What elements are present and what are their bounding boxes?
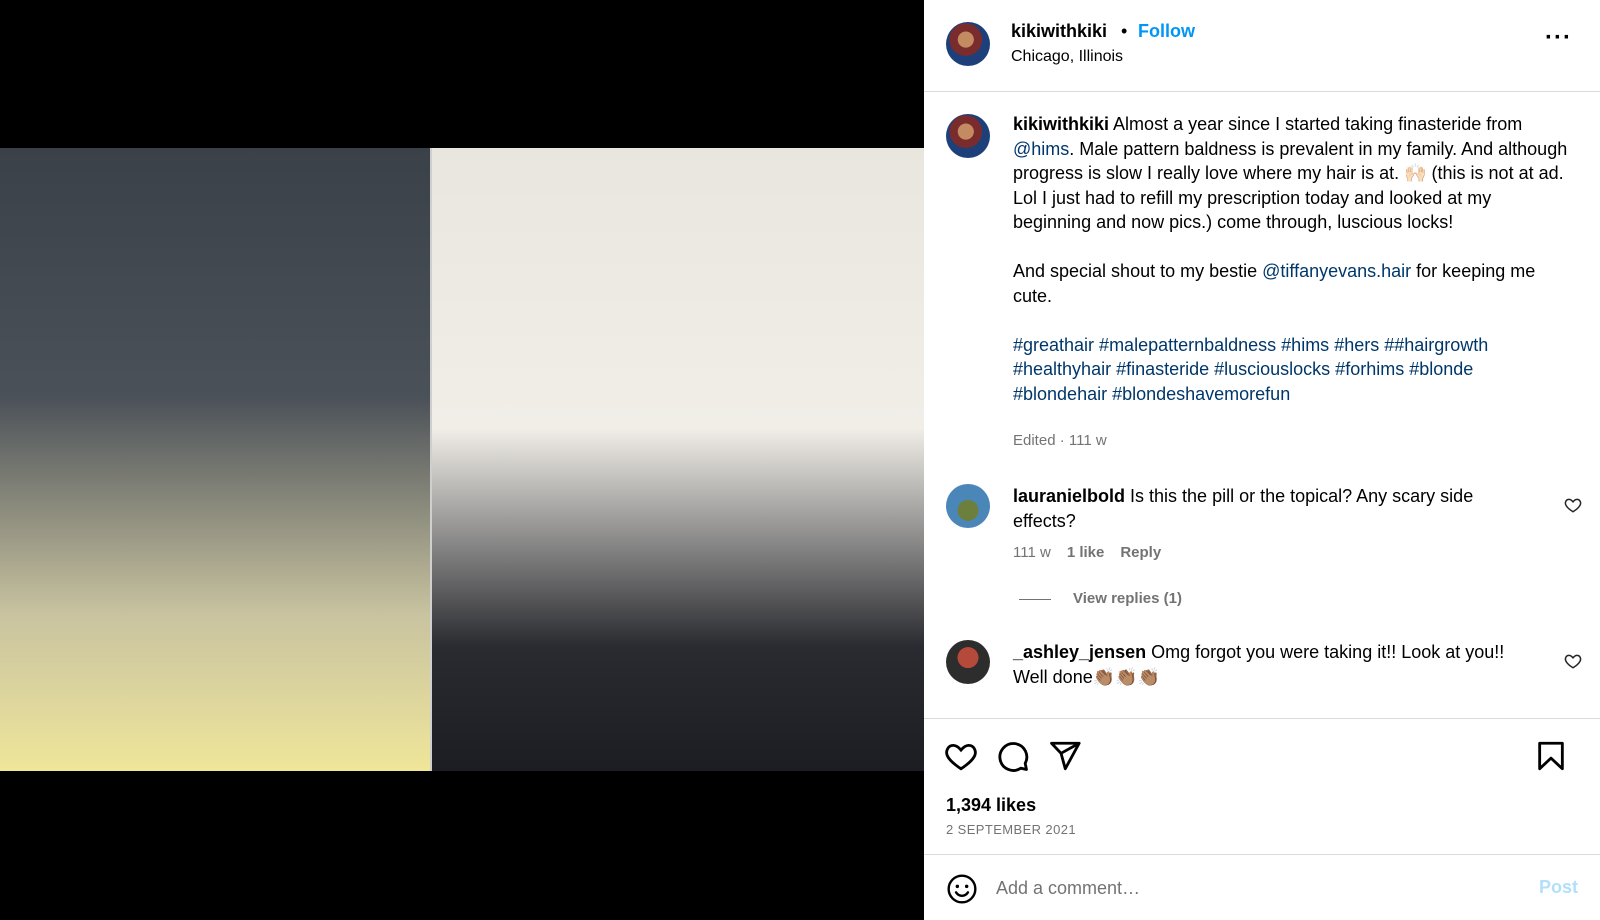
action-bar: 1,394 likes 2 SEPTEMBER 2021 [924,718,1600,854]
view-replies-button[interactable]: View replies (1) [1019,590,1182,607]
bookmark-icon[interactable] [1534,739,1568,773]
post-date[interactable]: 2 SEPTEMBER 2021 [946,822,1076,837]
caption-text-1a: Almost a year since I started taking fin… [1109,114,1523,134]
after-photo [432,148,924,771]
caption-avatar[interactable] [946,114,990,158]
comment-meta: 111 w 1 like Reply [1013,544,1177,561]
view-replies-label: View replies (1) [1073,590,1182,607]
comment-body: lauranielbold Is this the pill or the to… [1013,484,1533,533]
commenter-username[interactable]: _ashley_jensen [1013,642,1146,662]
caption-hashtags[interactable]: #greathair #malepatternbaldness #hims #h… [1013,335,1488,404]
comment-like-icon[interactable] [1564,496,1582,514]
commenter-avatar[interactable] [946,484,990,528]
comment-icon[interactable] [996,739,1030,773]
comment-like-icon[interactable] [1564,652,1582,670]
reply-button[interactable]: Reply [1120,544,1161,561]
author-avatar[interactable] [946,22,990,66]
author-username[interactable]: kikiwithkiki [1011,21,1107,42]
share-icon[interactable] [1048,739,1082,773]
heart-icon[interactable] [944,739,978,773]
caption-username[interactable]: kikiwithkiki [1013,114,1109,134]
comments-area[interactable]: kikiwithkiki Almost a year since I start… [924,92,1600,718]
header-separator: • [1121,21,1128,41]
more-options-icon[interactable]: ··· [1545,24,1572,52]
commenter-avatar[interactable] [946,640,990,684]
mention-tiffanyevans[interactable]: @tiffanyevans.hair [1262,261,1411,281]
comment-time: 111 w [1013,544,1051,561]
like-count[interactable]: 1,394 likes [946,795,1036,816]
before-photo [0,148,430,771]
emoji-icon[interactable] [946,873,978,905]
post-media[interactable] [0,0,924,920]
caption-text-1b: . Male pattern baldness is prevalent in … [1013,138,1568,233]
caption: kikiwithkiki Almost a year since I start… [1013,112,1569,406]
post-comment-button[interactable]: Post [1539,877,1578,898]
replies-line [1019,598,1051,600]
commenter-username[interactable]: lauranielbold [1013,486,1125,506]
comment-like-count[interactable]: 1 like [1067,544,1105,561]
mention-hims[interactable]: @hims [1013,139,1069,159]
post-location[interactable]: Chicago, Illinois [1011,48,1123,66]
post-side-panel: kikiwithkiki • Follow Chicago, Illinois … [924,0,1600,920]
comment-body: _ashley_jensen Omg forgot you were takin… [1013,640,1533,689]
caption-text-2a: And special shout to my bestie [1013,261,1263,281]
comment-input[interactable] [996,869,1506,907]
add-comment-bar: Post [924,854,1600,920]
post-header: kikiwithkiki • Follow Chicago, Illinois … [924,0,1600,92]
caption-meta: Edited · 111 w [1013,432,1107,449]
follow-button[interactable]: Follow [1138,21,1195,42]
